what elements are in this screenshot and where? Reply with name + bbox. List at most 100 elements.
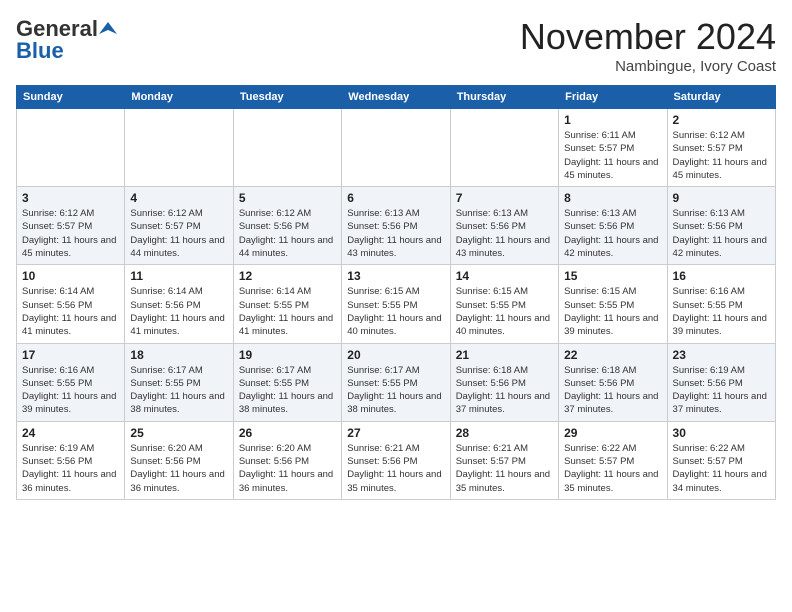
day-info: Sunrise: 6:20 AM Sunset: 5:56 PM Dayligh… [130,442,227,495]
calendar-cell: 2 Sunrise: 6:12 AM Sunset: 5:57 PM Daylig… [667,109,775,187]
day-number: 23 [673,348,770,362]
day-info: Sunrise: 6:18 AM Sunset: 5:56 PM Dayligh… [456,364,553,417]
calendar-cell: 28 Sunrise: 6:21 AM Sunset: 5:57 PM Dayli… [450,421,558,499]
calendar-cell: 7 Sunrise: 6:13 AM Sunset: 5:56 PM Daylig… [450,187,558,265]
calendar-week-row: 17 Sunrise: 6:16 AM Sunset: 5:55 PM Dayli… [17,343,776,421]
col-header-tuesday: Tuesday [233,86,341,109]
calendar-cell: 4Sunrise: 6:12 AM Sunset: 5:57 PM Daylig… [125,187,233,265]
calendar-table: SundayMondayTuesdayWednesdayThursdayFrid… [16,85,776,500]
day-info: Sunrise: 6:12 AM Sunset: 5:57 PM Dayligh… [673,129,770,182]
day-info: Sunrise: 6:21 AM Sunset: 5:57 PM Dayligh… [456,442,553,495]
day-number: 18 [130,348,227,362]
calendar-cell: 12Sunrise: 6:14 AM Sunset: 5:55 PM Dayli… [233,265,341,343]
calendar-week-row: 24 Sunrise: 6:19 AM Sunset: 5:56 PM Dayli… [17,421,776,499]
day-info: Sunrise: 6:13 AM Sunset: 5:56 PM Dayligh… [673,207,770,260]
day-number: 10 [22,269,119,283]
col-header-thursday: Thursday [450,86,558,109]
day-number: 16 [673,269,770,283]
day-number: 8 [564,191,661,205]
calendar-cell: 10 Sunrise: 6:14 AM Sunset: 5:56 PM Dayli… [17,265,125,343]
calendar-cell [342,109,450,187]
day-info: Sunrise: 6:19 AM Sunset: 5:56 PM Dayligh… [673,364,770,417]
day-number: 25 [130,426,227,440]
day-number: 14 [456,269,553,283]
calendar-cell: 27 Sunrise: 6:21 AM Sunset: 5:56 PM Dayli… [342,421,450,499]
day-number: 6 [347,191,444,205]
calendar-cell: 22Sunrise: 6:18 AM Sunset: 5:56 PM Dayli… [559,343,667,421]
day-number: 7 [456,191,553,205]
day-info: Sunrise: 6:21 AM Sunset: 5:56 PM Dayligh… [347,442,444,495]
calendar-cell: 1Sunrise: 6:11 AM Sunset: 5:57 PM Daylig… [559,109,667,187]
day-info: Sunrise: 6:17 AM Sunset: 5:55 PM Dayligh… [239,364,336,417]
day-info: Sunrise: 6:17 AM Sunset: 5:55 PM Dayligh… [347,364,444,417]
col-header-monday: Monday [125,86,233,109]
day-number: 22 [564,348,661,362]
col-header-friday: Friday [559,86,667,109]
col-header-sunday: Sunday [17,86,125,109]
calendar-cell: 26 Sunrise: 6:20 AM Sunset: 5:56 PM Dayli… [233,421,341,499]
day-info: Sunrise: 6:12 AM Sunset: 5:57 PM Dayligh… [22,207,119,260]
day-number: 17 [22,348,119,362]
day-info: Sunrise: 6:16 AM Sunset: 5:55 PM Dayligh… [22,364,119,417]
month-title: November 2024 [520,16,776,58]
day-info: Sunrise: 6:14 AM Sunset: 5:56 PM Dayligh… [22,285,119,338]
calendar-cell: 25 Sunrise: 6:20 AM Sunset: 5:56 PM Dayli… [125,421,233,499]
calendar-week-row: 1Sunrise: 6:11 AM Sunset: 5:57 PM Daylig… [17,109,776,187]
day-info: Sunrise: 6:16 AM Sunset: 5:55 PM Dayligh… [673,285,770,338]
day-info: Sunrise: 6:13 AM Sunset: 5:56 PM Dayligh… [456,207,553,260]
col-header-wednesday: Wednesday [342,86,450,109]
calendar-cell: 6 Sunrise: 6:13 AM Sunset: 5:56 PM Daylig… [342,187,450,265]
calendar-cell [125,109,233,187]
calendar-cell: 19 Sunrise: 6:17 AM Sunset: 5:55 PM Dayli… [233,343,341,421]
day-number: 11 [130,269,227,283]
day-number: 2 [673,113,770,127]
day-number: 1 [564,113,661,127]
calendar-cell: 13Sunrise: 6:15 AM Sunset: 5:55 PM Dayli… [342,265,450,343]
day-info: Sunrise: 6:13 AM Sunset: 5:56 PM Dayligh… [347,207,444,260]
day-number: 9 [673,191,770,205]
day-info: Sunrise: 6:19 AM Sunset: 5:56 PM Dayligh… [22,442,119,495]
calendar-cell: 21 Sunrise: 6:18 AM Sunset: 5:56 PM Dayli… [450,343,558,421]
calendar-cell: 29Sunrise: 6:22 AM Sunset: 5:57 PM Dayli… [559,421,667,499]
day-info: Sunrise: 6:20 AM Sunset: 5:56 PM Dayligh… [239,442,336,495]
calendar-header-row: SundayMondayTuesdayWednesdayThursdayFrid… [17,86,776,109]
day-info: Sunrise: 6:15 AM Sunset: 5:55 PM Dayligh… [564,285,661,338]
calendar-cell: 20Sunrise: 6:17 AM Sunset: 5:55 PM Dayli… [342,343,450,421]
day-number: 28 [456,426,553,440]
logo: General Blue [16,16,117,64]
calendar-week-row: 3Sunrise: 6:12 AM Sunset: 5:57 PM Daylig… [17,187,776,265]
title-block: November 2024 Nambingue, Ivory Coast [520,16,776,75]
day-info: Sunrise: 6:15 AM Sunset: 5:55 PM Dayligh… [347,285,444,338]
calendar-cell: 3Sunrise: 6:12 AM Sunset: 5:57 PM Daylig… [17,187,125,265]
day-info: Sunrise: 6:12 AM Sunset: 5:56 PM Dayligh… [239,207,336,260]
day-number: 30 [673,426,770,440]
calendar-cell: 15Sunrise: 6:15 AM Sunset: 5:55 PM Dayli… [559,265,667,343]
day-info: Sunrise: 6:17 AM Sunset: 5:55 PM Dayligh… [130,364,227,417]
calendar-week-row: 10 Sunrise: 6:14 AM Sunset: 5:56 PM Dayli… [17,265,776,343]
day-info: Sunrise: 6:15 AM Sunset: 5:55 PM Dayligh… [456,285,553,338]
day-info: Sunrise: 6:14 AM Sunset: 5:56 PM Dayligh… [130,285,227,338]
day-number: 29 [564,426,661,440]
day-number: 4 [130,191,227,205]
day-number: 12 [239,269,336,283]
calendar-cell [233,109,341,187]
day-number: 24 [22,426,119,440]
calendar-cell: 8 Sunrise: 6:13 AM Sunset: 5:56 PM Daylig… [559,187,667,265]
day-number: 21 [456,348,553,362]
day-number: 19 [239,348,336,362]
calendar-cell: 18 Sunrise: 6:17 AM Sunset: 5:55 PM Dayli… [125,343,233,421]
day-number: 26 [239,426,336,440]
calendar-cell: 30 Sunrise: 6:22 AM Sunset: 5:57 PM Dayli… [667,421,775,499]
calendar-cell: 24 Sunrise: 6:19 AM Sunset: 5:56 PM Dayli… [17,421,125,499]
calendar-cell [450,109,558,187]
location-label: Nambingue, Ivory Coast [520,58,776,75]
logo-blue-text: Blue [16,38,64,64]
day-number: 27 [347,426,444,440]
calendar-cell: 5Sunrise: 6:12 AM Sunset: 5:56 PM Daylig… [233,187,341,265]
day-info: Sunrise: 6:22 AM Sunset: 5:57 PM Dayligh… [673,442,770,495]
calendar-cell: 17 Sunrise: 6:16 AM Sunset: 5:55 PM Dayli… [17,343,125,421]
day-info: Sunrise: 6:13 AM Sunset: 5:56 PM Dayligh… [564,207,661,260]
calendar-cell: 9 Sunrise: 6:13 AM Sunset: 5:56 PM Daylig… [667,187,775,265]
logo-bird-icon [99,20,117,38]
calendar-cell: 16 Sunrise: 6:16 AM Sunset: 5:55 PM Dayli… [667,265,775,343]
